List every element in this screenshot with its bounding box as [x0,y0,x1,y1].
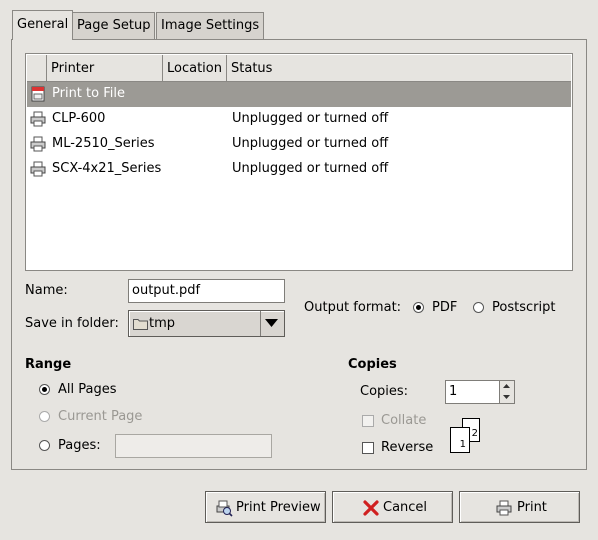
cancel-label: Cancel [383,500,428,515]
range-heading: Range [25,357,72,372]
printer-status: Unplugged or turned off [232,161,389,176]
printer-row[interactable]: SCX-4x21_Series Unplugged or turned off [27,157,571,182]
print-button[interactable]: Print [459,491,580,523]
chevron-down-icon [503,395,510,399]
postscript-radio[interactable] [473,302,484,313]
cancel-icon [363,500,379,516]
header-printer[interactable]: Printer [47,55,163,81]
pages-input[interactable] [115,434,272,458]
pdf-radio[interactable] [413,302,424,313]
print-label: Print [517,500,547,515]
printer-icon [496,500,512,516]
postscript-label[interactable]: Postscript [492,300,555,315]
chevron-up-icon [503,384,510,388]
cancel-button[interactable]: Cancel [332,491,453,523]
header-status[interactable]: Status [227,55,571,81]
tab-page-setup[interactable]: Page Setup [72,12,156,39]
reverse-checkbox[interactable] [362,442,374,454]
tab-label: General [17,17,69,32]
tab-label: Image Settings [161,18,260,33]
copies-heading: Copies [348,357,397,372]
printer-status: Unplugged or turned off [232,111,389,126]
collate-label[interactable]: Collate [381,413,426,428]
name-label: Name: [25,283,68,298]
save-folder-label: Save in folder: [25,316,119,331]
output-format-label: Output format: [304,300,402,315]
printer-name: Print to File [52,86,125,101]
copies-spinbutton[interactable]: 1 [445,380,515,404]
printer-row[interactable]: Print to File [27,82,571,107]
printer-row[interactable]: CLP-600 Unplugged or turned off [27,107,571,132]
spin-down-button[interactable] [499,392,514,403]
header-location[interactable]: Location [163,55,227,81]
printer-name: CLP-600 [52,111,106,126]
page-preview-front: 1 [450,427,470,453]
printer-name: SCX-4x21_Series [52,161,162,176]
printer-row[interactable]: ML-2510_Series Unplugged or turned off [27,132,571,157]
tab-general[interactable]: General [12,10,74,40]
all-pages-radio[interactable] [39,384,50,395]
print-preview-button[interactable]: Print Preview [205,491,326,523]
pages-label[interactable]: Pages: [58,438,101,453]
name-input[interactable]: output.pdf [128,279,285,303]
folder-value: tmp [149,316,176,331]
save-folder-combo[interactable]: tmp [128,310,285,337]
current-page-radio[interactable] [39,411,50,422]
chevron-down-icon [265,319,278,327]
all-pages-label[interactable]: All Pages [58,382,117,397]
print-preview-icon [216,500,233,517]
list-header: Printer Location Status [27,55,571,82]
printer-name: ML-2510_Series [52,136,155,151]
printer-icon [30,161,46,177]
printer-status: Unplugged or turned off [232,136,389,151]
folder-icon [133,319,148,330]
print-to-file-icon [31,86,45,102]
pages-radio[interactable] [39,440,50,451]
header-icon-column[interactable] [27,55,47,81]
print-preview-label: Print Preview [236,500,321,515]
printer-icon [30,136,46,152]
printer-list[interactable]: Printer Location Status Print to File CL… [25,53,573,271]
reverse-label[interactable]: Reverse [381,440,433,455]
copies-value: 1 [449,384,458,399]
collate-checkbox[interactable] [362,415,374,427]
tab-label: Page Setup [77,18,151,33]
pdf-label[interactable]: PDF [432,300,457,315]
combo-divider [260,311,261,336]
copies-label: Copies: [360,384,409,399]
printer-icon [30,111,46,127]
tab-image-settings[interactable]: Image Settings [156,12,265,39]
current-page-label[interactable]: Current Page [58,409,142,424]
